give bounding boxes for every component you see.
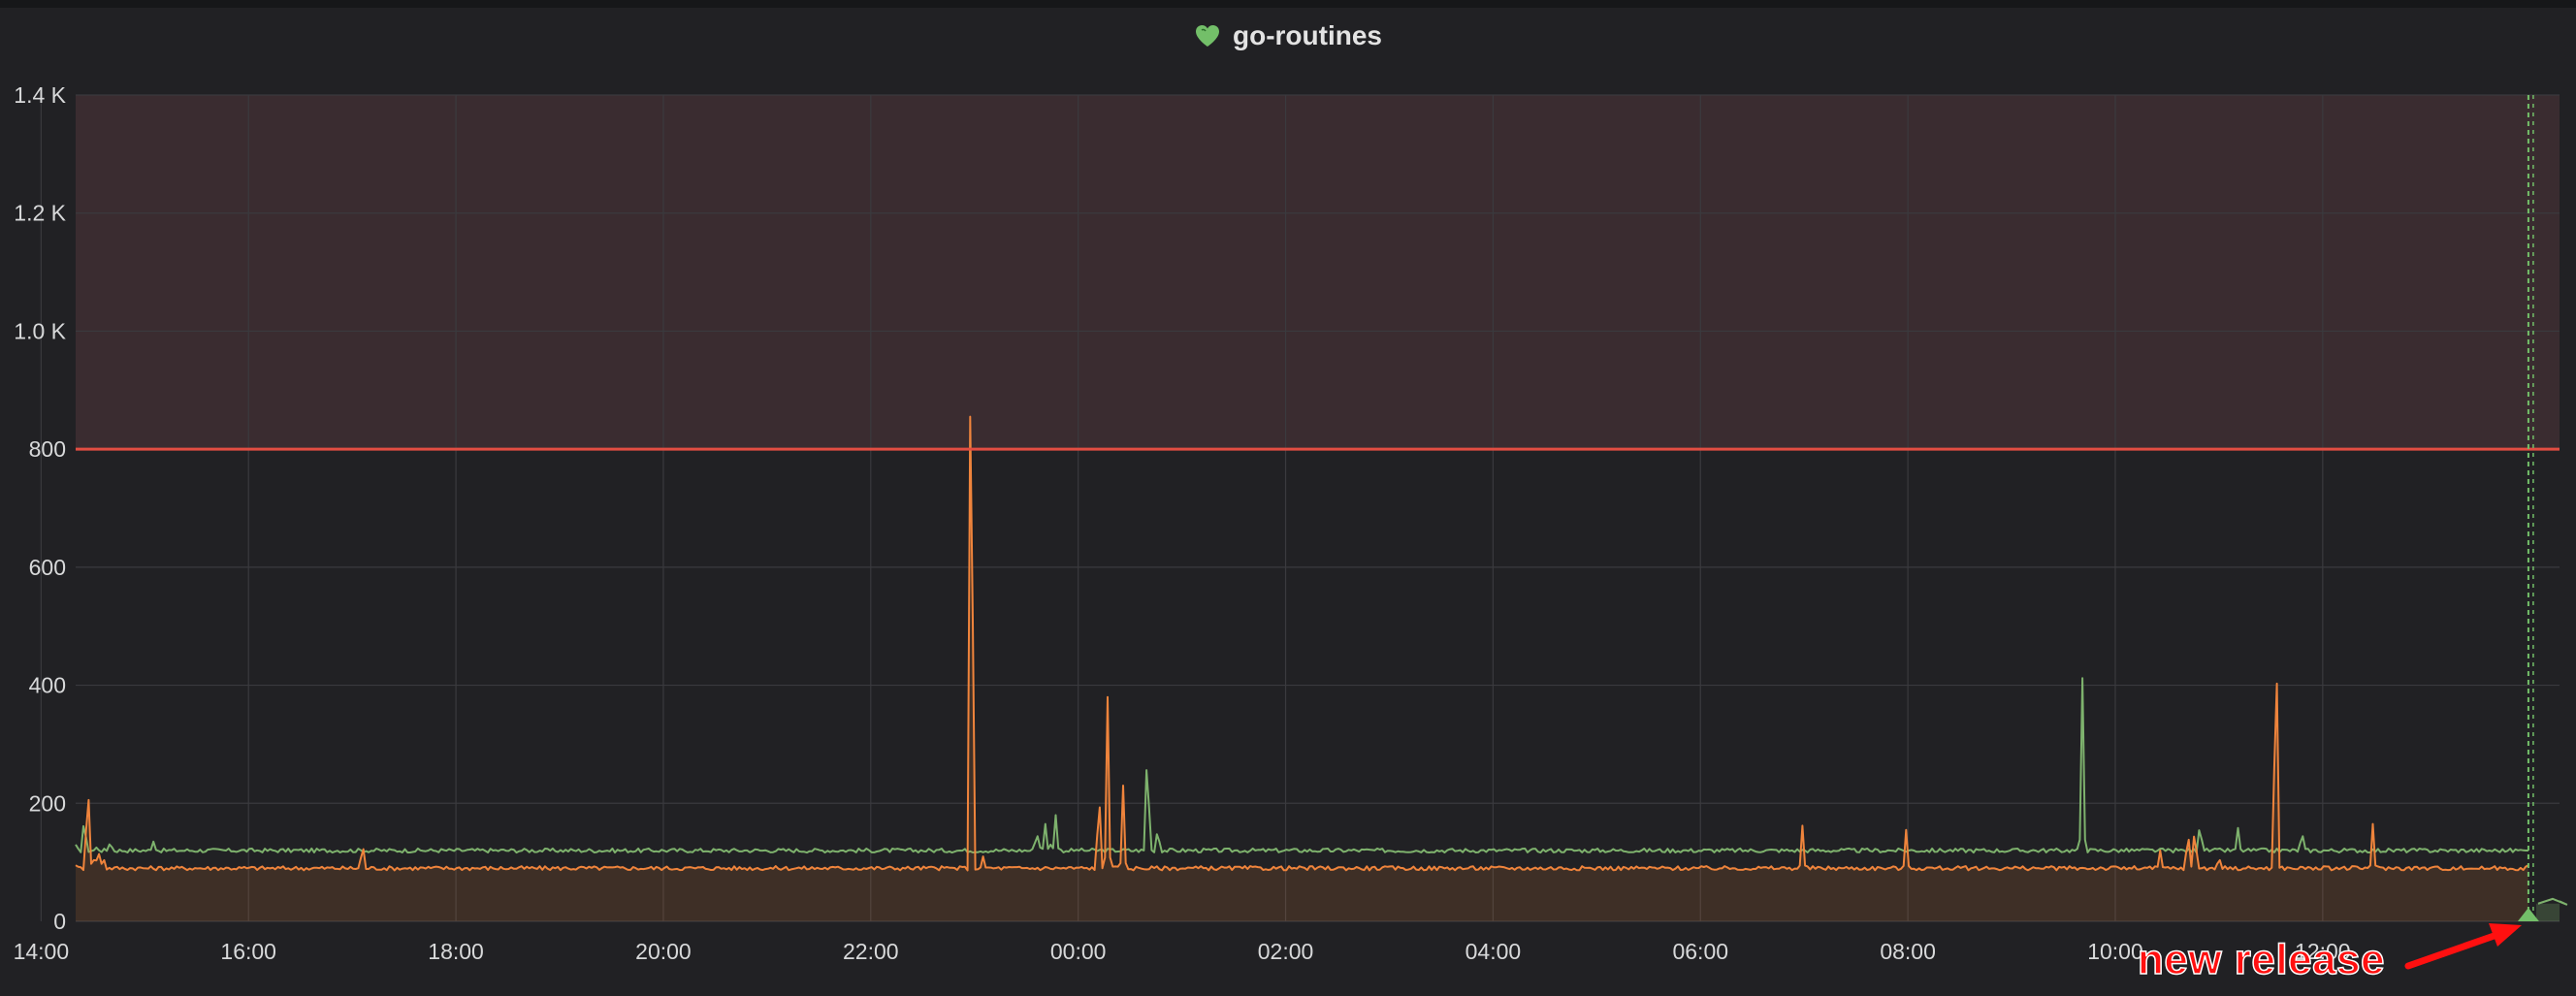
x-tick-label: 16:00 <box>220 939 276 964</box>
post-release-area <box>2535 903 2560 921</box>
x-tick-label: 20:00 <box>635 939 692 964</box>
series-orange-area <box>76 416 2528 922</box>
x-tick-label: 18:00 <box>428 939 484 964</box>
x-tick-label: 02:00 <box>1258 939 1314 964</box>
x-tick-label: 22:00 <box>843 939 899 964</box>
annotation-arrow-head <box>2489 923 2522 947</box>
series-orange-line <box>75 415 2529 872</box>
series-green-line <box>75 677 2528 854</box>
annotation-arrow-shaft <box>2404 929 2506 970</box>
x-tick-label: 14:00 <box>14 939 70 964</box>
threshold-region <box>76 95 2560 450</box>
y-tick-label: 200 <box>29 790 66 816</box>
go-routines-chart[interactable]: 0 200 400 600 800 1.0 K 1.2 K 1.4 K 16:00 18:00 20… <box>0 0 2576 996</box>
y-tick-label: 800 <box>29 436 66 462</box>
y-tick-label: 1.4 K <box>14 82 66 108</box>
x-tick-label: 06:00 <box>1672 939 1728 964</box>
x-tick-label: 10:00 <box>2087 939 2143 964</box>
y-tick-label: 1.0 K <box>14 318 66 343</box>
y-tick-label: 600 <box>29 555 66 580</box>
y-tick-label: 1.2 K <box>14 201 66 226</box>
y-tick-label: 0 <box>53 909 66 934</box>
x-tick-label: 00:00 <box>1050 939 1107 964</box>
x-tick-label: 04:00 <box>1465 939 1522 964</box>
x-tick-label: 08:00 <box>1880 939 1936 964</box>
annotation-label: new release <box>2137 936 2385 983</box>
y-tick-label: 400 <box>29 673 66 698</box>
